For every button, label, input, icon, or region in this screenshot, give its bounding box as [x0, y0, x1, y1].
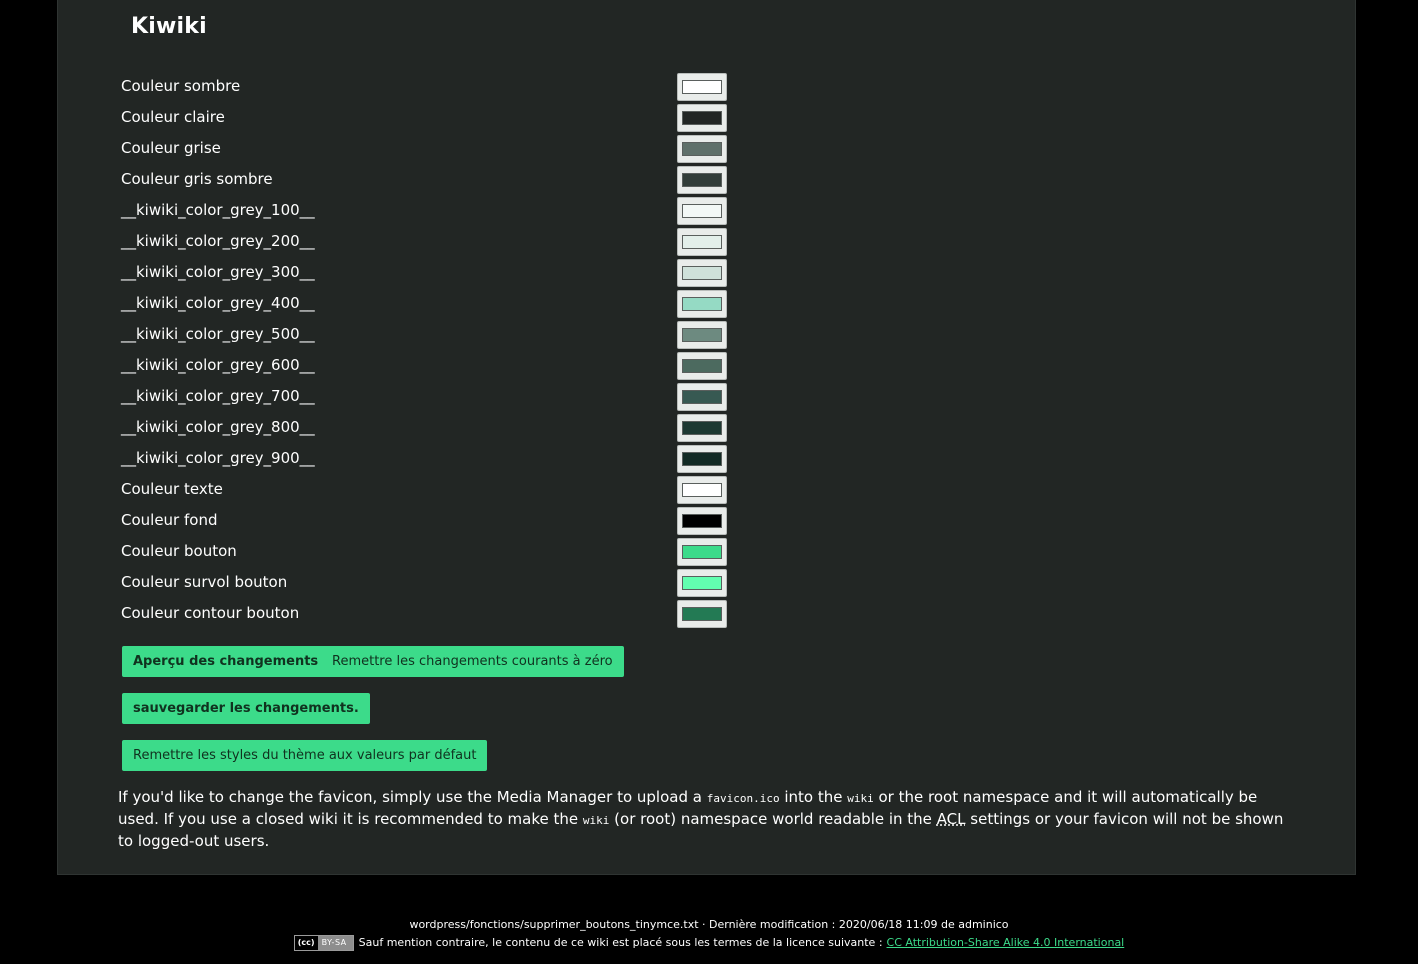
color-setting-row: __kiwiki_color_grey_100__	[121, 196, 741, 227]
cc-by-sa-badge-icon[interactable]: (cc) BY-SA	[293, 935, 354, 951]
color-picker-button[interactable]	[677, 73, 727, 101]
color-setting-label: Couleur grise	[121, 139, 221, 157]
color-setting-label: __kiwiki_color_grey_200__	[121, 232, 315, 250]
color-swatch	[682, 266, 722, 280]
page-footer: wordpress/fonctions/supprimer_boutons_ti…	[0, 916, 1418, 952]
color-setting-label: Couleur gris sombre	[121, 170, 273, 188]
color-setting-row: Couleur texte	[121, 475, 741, 506]
color-setting-row: __kiwiki_color_grey_500__	[121, 320, 741, 351]
color-setting-row: __kiwiki_color_grey_600__	[121, 351, 741, 382]
license-link[interactable]: CC Attribution-Share Alike 4.0 Internati…	[887, 934, 1125, 952]
color-swatch	[682, 297, 722, 311]
color-picker-button[interactable]	[677, 259, 727, 287]
color-picker-button[interactable]	[677, 445, 727, 473]
color-setting-row: __kiwiki_color_grey_300__	[121, 258, 741, 289]
reset-current-changes-button[interactable]: Remettre les changements courants à zéro	[321, 646, 624, 677]
color-picker-button[interactable]	[677, 569, 727, 597]
color-swatch	[682, 359, 722, 373]
color-setting-row: Couleur gris sombre	[121, 165, 741, 196]
reset-theme-defaults-button[interactable]: Remettre les styles du thème aux valeurs…	[122, 740, 488, 771]
save-changes-button[interactable]: sauvegarder les changements.	[122, 693, 370, 724]
color-picker-button[interactable]	[677, 104, 727, 132]
color-setting-row: __kiwiki_color_grey_700__	[121, 382, 741, 413]
color-picker-button[interactable]	[677, 197, 727, 225]
color-swatch	[682, 235, 722, 249]
color-setting-row: __kiwiki_color_grey_800__	[121, 413, 741, 444]
color-setting-label: __kiwiki_color_grey_300__	[121, 263, 315, 281]
color-setting-label: __kiwiki_color_grey_400__	[121, 294, 315, 312]
color-swatch	[682, 328, 722, 342]
color-setting-row: Couleur grise	[121, 134, 741, 165]
color-swatch	[682, 607, 722, 621]
color-swatch	[682, 545, 722, 559]
color-swatch	[682, 514, 722, 528]
color-picker-button[interactable]	[677, 538, 727, 566]
color-picker-button[interactable]	[677, 507, 727, 535]
panel-title: Kiwiki	[131, 14, 207, 39]
color-setting-label: __kiwiki_color_grey_500__	[121, 325, 315, 343]
color-swatch	[682, 421, 722, 435]
color-setting-row: Couleur contour bouton	[121, 599, 741, 630]
color-setting-label: __kiwiki_color_grey_100__	[121, 201, 315, 219]
color-setting-row: Couleur claire	[121, 103, 741, 134]
color-setting-row: Couleur survol bouton	[121, 568, 741, 599]
color-setting-label: Couleur contour bouton	[121, 604, 300, 622]
color-setting-row: Couleur bouton	[121, 537, 741, 568]
color-picker-button[interactable]	[677, 321, 727, 349]
color-setting-label: __kiwiki_color_grey_700__	[121, 387, 315, 405]
color-setting-label: __kiwiki_color_grey_800__	[121, 418, 315, 436]
preview-changes-button[interactable]: Aperçu des changements	[122, 646, 330, 677]
color-setting-label: Couleur bouton	[121, 542, 237, 560]
color-settings-list: Couleur sombre Couleur claire Couleur gris…	[121, 72, 741, 630]
color-picker-button[interactable]	[677, 383, 727, 411]
color-setting-label: Couleur sombre	[121, 77, 241, 95]
color-setting-label: __kiwiki_color_grey_600__	[121, 356, 315, 374]
license-text: Sauf mention contraire, le contenu de ce…	[358, 936, 883, 949]
color-picker-button[interactable]	[677, 352, 727, 380]
color-swatch	[682, 390, 722, 404]
license-line: (cc) BY-SA Sauf mention contraire, le co…	[0, 934, 1418, 952]
color-setting-row: Couleur sombre	[121, 72, 741, 103]
color-picker-button[interactable]	[677, 600, 727, 628]
code-wiki: wiki	[847, 792, 874, 805]
color-swatch	[682, 173, 722, 187]
cc-badge-text: BY-SA	[317, 936, 353, 950]
color-setting-row: __kiwiki_color_grey_900__	[121, 444, 741, 475]
page-info: wordpress/fonctions/supprimer_boutons_ti…	[409, 918, 1009, 931]
code-wiki-2: wiki	[582, 814, 610, 827]
color-setting-label: Couleur texte	[121, 480, 223, 498]
code-favicon: favicon.ico	[706, 792, 780, 805]
color-swatch	[682, 111, 722, 125]
acl-abbr: ACL	[936, 810, 966, 828]
color-picker-button[interactable]	[677, 228, 727, 256]
color-picker-button[interactable]	[677, 135, 727, 163]
color-swatch	[682, 483, 722, 497]
cc-logo-text: (cc)	[294, 936, 318, 950]
color-setting-row: Couleur fond	[121, 506, 741, 537]
color-swatch	[682, 576, 722, 590]
favicon-info-text: If you'd like to change the favicon, sim…	[118, 788, 1284, 850]
color-picker-button[interactable]	[677, 476, 727, 504]
color-picker-button[interactable]	[677, 166, 727, 194]
color-picker-button[interactable]	[677, 414, 727, 442]
settings-panel: Kiwiki Couleur sombre Couleur claire Coule…	[57, 0, 1356, 875]
color-swatch	[682, 452, 722, 466]
color-setting-label: __kiwiki_color_grey_900__	[121, 449, 315, 467]
color-setting-label: Couleur fond	[121, 511, 218, 529]
color-setting-label: Couleur claire	[121, 108, 225, 126]
color-picker-button[interactable]	[677, 290, 727, 318]
color-swatch	[682, 142, 722, 156]
color-setting-label: Couleur survol bouton	[121, 573, 288, 591]
color-setting-row: __kiwiki_color_grey_400__	[121, 289, 741, 320]
color-swatch	[682, 204, 722, 218]
color-setting-row: __kiwiki_color_grey_200__	[121, 227, 741, 258]
color-swatch	[682, 80, 722, 94]
